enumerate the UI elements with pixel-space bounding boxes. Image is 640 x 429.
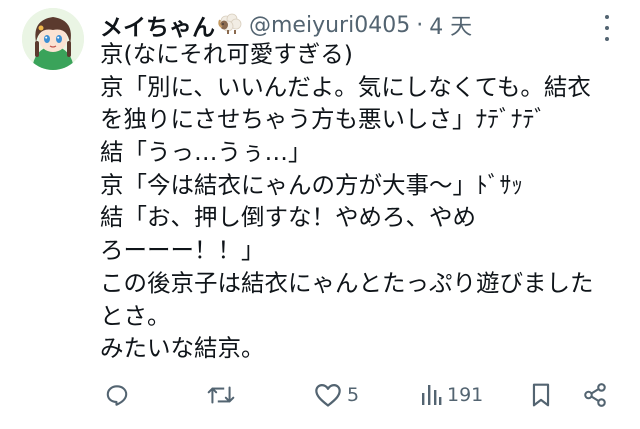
- like-button[interactable]: 5: [314, 378, 359, 412]
- heart-icon: [315, 383, 341, 407]
- tweet-text-line: を独りにさせちゃう方も悪いしさ」ﾅﾃﾞﾅﾃﾞ: [100, 105, 547, 134]
- sheep-emoji-icon: [217, 10, 243, 40]
- tweet-text-line: 結「うっ…うぅ…」: [100, 138, 312, 167]
- tweet-text-line: 京「別に、いいんだよ。気にしなくても。結衣: [100, 72, 591, 101]
- bookmark-button[interactable]: [530, 378, 552, 412]
- tweet-text: 京(なにそれ可愛すぎる) 京「別に、いいんだよ。気にしなくても。結衣 を独りにさ…: [100, 38, 630, 365]
- tweet: メイちゃん @meiyuri0405 · 4 天 京(なにそれ可愛すぎる) 京「…: [0, 0, 640, 429]
- tweet-actions: 5 191: [100, 378, 620, 412]
- tweet-text-line: この後京子は結衣にゃんとたっぷり遊びました: [100, 268, 594, 297]
- reply-button[interactable]: [104, 378, 130, 412]
- tweet-text-line: とさ。: [100, 301, 171, 330]
- tweet-text-line: 結「お、押し倒すな！やめろ、やめ: [100, 203, 476, 232]
- tweet-text-line: 京「今は結衣にゃんの方が大事〜」ﾄﾞｻｯ: [100, 170, 523, 199]
- tweet-timestamp[interactable]: 4 天: [429, 9, 472, 41]
- tweet-text-line: ろーーー！！」: [100, 236, 265, 265]
- share-icon: [584, 383, 606, 407]
- tweet-header: メイちゃん @meiyuri0405 · 4 天: [100, 8, 472, 42]
- tweet-text-line: みたいな結京。: [100, 334, 265, 363]
- views-icon: [422, 385, 442, 405]
- anime-girl-avatar-icon: [22, 8, 84, 70]
- like-count: 5: [347, 384, 360, 406]
- repost-icon: [207, 386, 235, 404]
- tweet-text-line: 京(なにそれ可愛すぎる): [100, 40, 353, 68]
- author-handle[interactable]: @meiyuri0405: [249, 13, 410, 38]
- views-count: 191: [447, 384, 484, 406]
- reply-icon: [106, 385, 128, 406]
- avatar[interactable]: [22, 8, 84, 70]
- repost-button[interactable]: [206, 378, 236, 412]
- bookmark-icon: [532, 383, 550, 407]
- share-button[interactable]: [582, 378, 608, 412]
- views-button[interactable]: 191: [420, 378, 483, 412]
- author-display-name[interactable]: メイちゃん: [100, 8, 215, 42]
- header-separator: ·: [416, 12, 424, 38]
